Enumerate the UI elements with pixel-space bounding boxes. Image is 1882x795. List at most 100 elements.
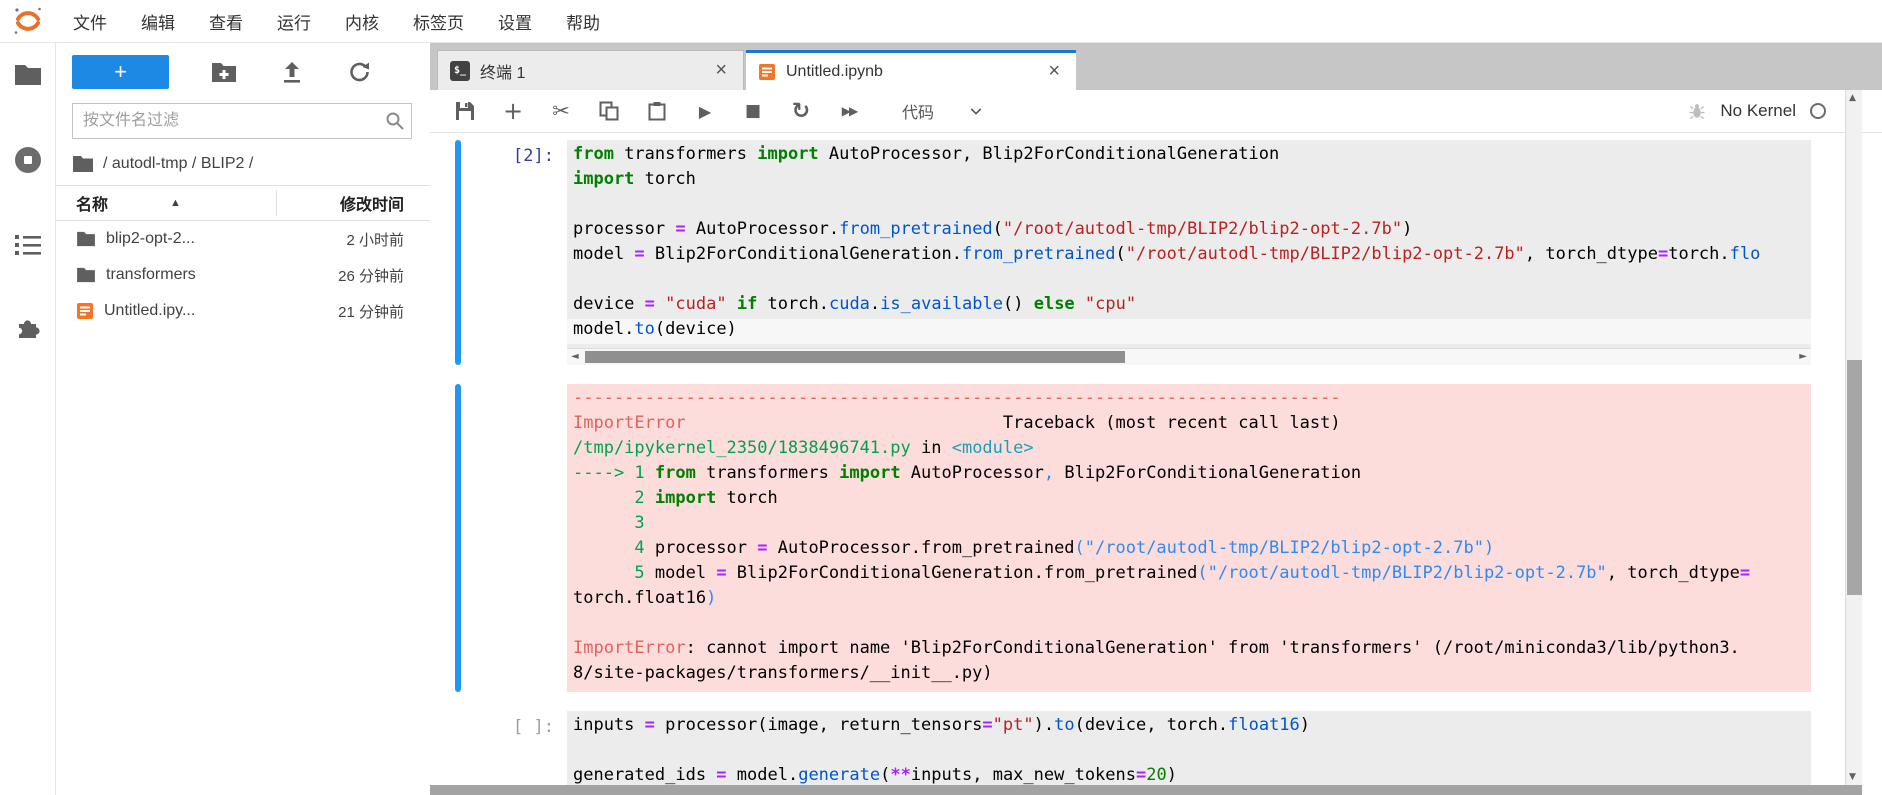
notebook-toolbar: + ✂ ▶ ■ ↻ ▶▶ 代码 [430,90,1882,133]
horizontal-scrollbar[interactable]: ◄ ► [567,348,1811,365]
code-line: 3 [567,513,1811,538]
file-row-untitled-notebook[interactable]: Untitled.ipy... 21 分钟前 [56,293,430,329]
file-filter-input[interactable] [72,103,412,139]
breadcrumb-path: / autodl-tmp / BLIP2 / [103,155,253,173]
file-browser-toolbar: + [56,43,430,95]
code-line[interactable] [567,740,1811,765]
upload-icon[interactable] [279,59,305,85]
paste-cells-icon[interactable] [646,99,668,123]
notebook-area: [2]: from transformers import AutoProces… [430,133,1882,795]
chevron-down-icon [968,103,984,119]
scroll-down-icon[interactable]: ▼ [1849,772,1856,782]
code-line[interactable]: device = "cuda" if torch.cuda.is_availab… [567,294,1811,319]
error-traceback-output: ----------------------------------------… [567,384,1811,692]
code-line: 4 processor = AutoProcessor.from_pretrai… [567,538,1811,563]
code-line: 2 import torch [567,488,1811,513]
kernel-indicator-icon[interactable] [1810,103,1826,119]
scroll-left-icon[interactable]: ◄ [571,351,579,362]
input-prompt: [2]: [461,140,567,365]
code-line: 8/site-packages/transformers/__init__.py… [567,663,1811,688]
input-prompt: [ ]: [461,711,567,794]
code-line[interactable] [567,269,1811,294]
cut-cells-icon[interactable]: ✂ [550,99,572,123]
kernel-status-label[interactable]: No Kernel [1720,101,1796,121]
close-icon[interactable]: × [711,59,731,82]
file-modified: 21 分钟前 [338,301,430,322]
code-line: 5 model = Blip2ForConditionalGeneration.… [567,563,1811,588]
menu-view[interactable]: 查看 [192,9,260,34]
debugger-bug-icon[interactable] [1688,102,1706,120]
file-name: Untitled.ipy... [104,302,195,320]
code-cell-1: [2]: from transformers import AutoProces… [430,140,1882,365]
table-of-contents-icon[interactable] [14,233,42,262]
menu-settings[interactable]: 设置 [481,9,549,34]
code-line[interactable]: model = Blip2ForConditionalGeneration.fr… [567,244,1811,269]
tab-terminal-1[interactable]: $_ 终端 1 × [437,50,744,90]
close-icon[interactable]: × [1044,60,1064,83]
menu-edit[interactable]: 编辑 [124,9,192,34]
add-cell-icon[interactable]: + [502,99,524,123]
menu-run[interactable]: 运行 [260,9,328,34]
menu-help[interactable]: 帮助 [549,9,617,34]
restart-run-all-icon[interactable]: ▶▶ [838,99,860,123]
file-row-transformers[interactable]: transformers 26 分钟前 [56,257,430,293]
menu-bar: 文件 编辑 查看 运行 内核 标签页 设置 帮助 [0,0,1882,43]
code-cell-2: [ ]: inputs = processor(image, return_te… [430,711,1882,794]
window-bottom-edge [430,785,1862,795]
search-icon [384,110,406,137]
column-modified[interactable]: 修改时间 [340,191,430,215]
code-line[interactable] [567,194,1811,219]
app-logo-icon [0,5,56,37]
stop-kernel-icon[interactable]: ■ [742,99,764,123]
scroll-up-icon[interactable]: ▲ [1849,93,1856,103]
code-editor[interactable]: from transformers import AutoProcessor, … [567,140,1811,348]
save-icon[interactable] [454,99,476,123]
running-sessions-icon[interactable] [13,145,43,180]
tab-label: 终端 1 [480,59,525,83]
menu-kernel[interactable]: 内核 [328,9,396,34]
refresh-icon[interactable] [347,59,373,85]
notebook-file-icon [76,302,94,320]
file-browser-panel: + [56,43,430,795]
file-list-header: 名称 ▲ 修改时间 [56,185,430,221]
file-browser-icon[interactable] [14,63,42,92]
code-line [567,613,1811,638]
file-filter [72,103,414,139]
tab-untitled-notebook[interactable]: Untitled.ipynb × [746,50,1076,90]
terminal-icon: $_ [450,61,470,81]
code-line[interactable]: inputs = processor(image, return_tensors… [567,715,1811,740]
code-line[interactable]: processor = AutoProcessor.from_pretraine… [567,219,1811,244]
file-row-blip2[interactable]: blip2-opt-2... 2 小时前 [56,221,430,257]
menu-tabs[interactable]: 标签页 [396,9,481,34]
cell-type-dropdown[interactable]: 代码 [902,99,984,123]
activity-bar [0,43,56,795]
menu-file[interactable]: 文件 [56,9,124,34]
scroll-right-icon[interactable]: ► [1799,351,1807,362]
vertical-scrollbar-thumb[interactable] [1847,360,1862,595]
code-editor[interactable]: inputs = processor(image, return_tensors… [567,711,1811,794]
folder-icon [76,231,96,247]
new-launcher-button[interactable]: + [72,55,169,89]
code-line[interactable]: model.to(device) [567,319,1811,344]
new-folder-icon[interactable] [211,59,237,85]
notebook-icon [758,63,776,81]
extensions-icon[interactable] [14,315,42,348]
code-line[interactable]: import torch [567,169,1811,194]
copy-cells-icon[interactable] [598,99,620,123]
folder-icon [76,267,96,283]
run-cell-icon[interactable]: ▶ [694,99,716,123]
code-line: ----------------------------------------… [567,388,1811,413]
vertical-scrollbar[interactable]: ▲ ▼ [1845,90,1862,785]
sort-ascending-icon[interactable]: ▲ [170,197,181,209]
cell-type-value: 代码 [902,99,934,123]
code-line: /tmp/ipykernel_2350/1838496741.py in <mo… [567,438,1811,463]
code-line[interactable]: from transformers import AutoProcessor, … [567,144,1811,169]
restart-kernel-icon[interactable]: ↻ [790,99,812,123]
file-modified: 2 小时前 [346,229,430,250]
column-name[interactable]: 名称 [76,191,108,215]
folder-icon [72,155,94,173]
horizontal-scrollbar-thumb[interactable] [585,351,1125,363]
column-divider [276,190,277,216]
file-name: transformers [106,266,196,284]
breadcrumb[interactable]: / autodl-tmp / BLIP2 / [56,143,430,185]
